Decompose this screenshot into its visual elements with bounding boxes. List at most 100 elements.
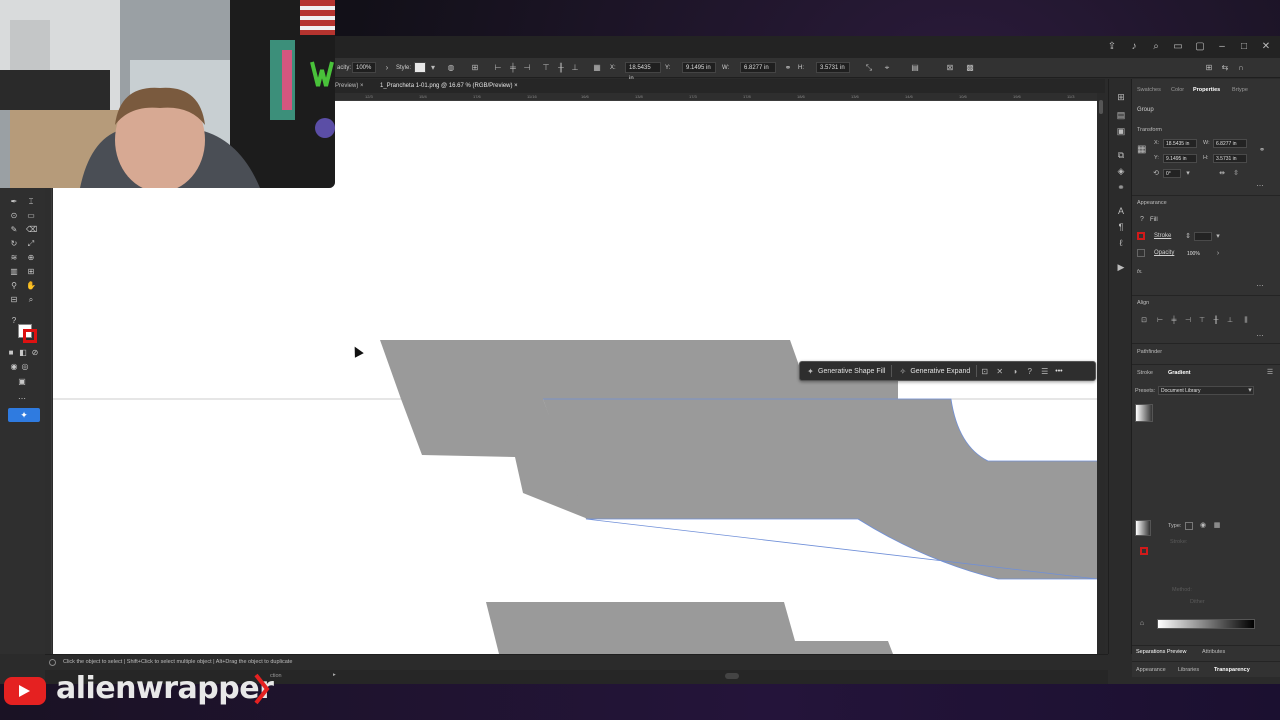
w-field[interactable]: 6.8277 in <box>740 62 776 73</box>
glyphs-icon[interactable]: ℓ <box>1115 237 1127 249</box>
doc-tab-prancheta[interactable]: 1_Prancheta 1-01.png @ 16.67 % (RGB/Prev… <box>380 81 518 92</box>
stroke-swatch[interactable] <box>23 329 37 343</box>
opacity-field[interactable]: 100% <box>1184 249 1214 258</box>
doc-tab-preview[interactable]: Preview) × <box>335 81 364 92</box>
align-bottom-icon[interactable]: ⊥ <box>1226 317 1234 325</box>
rotate-field[interactable]: 0° <box>1163 169 1181 178</box>
align-right-icon[interactable]: ⊣ <box>1184 317 1192 325</box>
graph-icon[interactable]: ▥ <box>9 267 19 277</box>
stroke-label[interactable]: Stroke <box>1154 233 1171 239</box>
align-right-icon[interactable]: ⊣ <box>522 62 532 73</box>
more-tools-icon[interactable]: ⋯ <box>17 394 27 404</box>
tab-swatches[interactable]: Swatches <box>1137 87 1161 93</box>
actions-play-icon[interactable]: ▶ <box>1115 261 1127 273</box>
tab-close-icon[interactable]: × <box>514 83 518 89</box>
attributes-tab[interactable]: Attributes <box>1202 649 1225 655</box>
stroke-stepper-icon[interactable]: ⇕ <box>1184 233 1192 241</box>
gradient-stroke-swatch[interactable] <box>1140 547 1148 555</box>
rotate-icon[interactable]: ↻ <box>9 239 19 249</box>
ungroup-button[interactable]: ✕ <box>992 362 1007 380</box>
more-options-icon[interactable]: ⋯ <box>1256 283 1264 291</box>
screen-mode-icon[interactable]: ▣ <box>17 377 27 387</box>
none-mode-icon[interactable]: ⊘ <box>30 348 40 358</box>
width-icon[interactable]: ≋ <box>9 253 19 263</box>
scale-icon[interactable]: ⤢ <box>26 239 36 249</box>
play-icon[interactable]: ▸ <box>333 672 336 678</box>
flip-horizontal-icon[interactable]: ⇹ <box>1218 170 1226 178</box>
gradient-slider[interactable] <box>1157 619 1255 629</box>
y-field[interactable]: 9.1495 in <box>682 62 716 73</box>
gradient-annotator-icon[interactable]: ⌂ <box>1138 620 1146 628</box>
magnet-icon[interactable]: ∩ <box>1236 62 1246 73</box>
subtab-stroke[interactable]: Stroke <box>1137 370 1153 376</box>
maximize-icon[interactable]: □ <box>1238 41 1250 53</box>
presets-dropdown[interactable]: Document Library <box>1158 386 1254 395</box>
style-swatch[interactable] <box>414 62 426 73</box>
hand-icon[interactable]: ✋ <box>26 281 36 291</box>
tab-properties[interactable]: Properties <box>1193 87 1220 93</box>
swap-icon[interactable]: ⇆ <box>1220 62 1230 73</box>
more-options-icon[interactable]: ⋯ <box>1256 333 1264 341</box>
align-center-icon[interactable]: ╪ <box>508 62 518 73</box>
menu-button[interactable]: ☰ <box>1037 362 1052 380</box>
gradient-mode-icon[interactable]: ◧ <box>18 348 28 358</box>
chevron-down-icon[interactable]: ▾ <box>1214 233 1222 241</box>
rectangle-icon[interactable]: ▭ <box>26 211 36 221</box>
chevron-down-icon[interactable]: ▾ <box>1246 387 1254 395</box>
panel-menu-icon[interactable]: ☰ <box>1266 369 1274 377</box>
align-vcenter-icon[interactable]: ╫ <box>1212 317 1220 325</box>
tab-color[interactable]: Color <box>1171 87 1184 93</box>
default-colors-icon[interactable]: ■ <box>6 348 16 358</box>
reference-point-icon[interactable]: ▦ <box>592 62 602 73</box>
transform-icon[interactable]: ⤡ <box>864 62 874 73</box>
layers-icon[interactable]: ◈ <box>1115 165 1127 177</box>
arrange-icon[interactable]: ▢ <box>1194 41 1206 53</box>
more-button[interactable]: ••• <box>1052 362 1065 380</box>
chevron-down-icon[interactable]: ▾ <box>1184 170 1192 178</box>
align-middle-icon[interactable]: ╫ <box>556 62 566 73</box>
x-field[interactable]: 18.5435 in <box>1163 139 1197 148</box>
horizontal-scroll-thumb[interactable] <box>725 673 739 679</box>
align-left-icon[interactable]: ⊢ <box>493 62 503 73</box>
constrain-link-icon[interactable]: ⚭ <box>783 62 793 73</box>
artboard-icon[interactable]: ⊞ <box>26 267 36 277</box>
reference-point-icon[interactable]: ▦ <box>1137 145 1146 155</box>
pencil-icon[interactable]: ✎ <box>9 225 19 235</box>
opacity-label[interactable]: Opacity <box>1154 250 1174 256</box>
w-field[interactable]: 6.8277 in <box>1213 139 1247 148</box>
tab-close-icon[interactable]: × <box>360 83 364 89</box>
transparency-tab[interactable]: Transparency <box>1214 667 1250 673</box>
minimize-icon[interactable]: – <box>1216 41 1228 53</box>
vertical-scrollbar[interactable] <box>1097 93 1105 654</box>
workspace-icon[interactable]: ▭ <box>1172 41 1184 53</box>
generative-shape-fill-button[interactable]: ✦ Generative Shape Fill <box>800 362 891 380</box>
arrange-objects-icon[interactable]: ▤ <box>910 62 920 73</box>
close-icon[interactable]: ✕ <box>1260 41 1272 53</box>
separations-preview-tab[interactable]: Separations Preview <box>1136 649 1186 655</box>
x-field[interactable]: 18.5435 in <box>625 62 661 82</box>
generative-expand-button[interactable]: ✧ Generative Expand <box>892 362 976 380</box>
layers-panel-icon[interactable]: ▣ <box>1115 125 1127 137</box>
crop-icon[interactable]: ⊠ <box>945 62 955 73</box>
isolate-icon[interactable]: ⌖ <box>882 62 892 73</box>
align-top-icon[interactable]: ⊤ <box>1198 317 1206 325</box>
align-top-icon[interactable]: ⊤ <box>541 62 551 73</box>
radial-gradient-icon[interactable]: ◉ <box>1199 522 1207 530</box>
slice-icon[interactable]: ⊟ <box>9 295 19 305</box>
transform-button[interactable]: ⊡ <box>977 362 992 380</box>
align-to-icon[interactable]: ⊡ <box>1140 317 1148 325</box>
tab-brtype[interactable]: Brtype <box>1232 87 1248 93</box>
distribute-icon[interactable]: ⫼ <box>1242 317 1250 325</box>
recolor-button[interactable]: ◑ <box>1007 362 1022 380</box>
chevron-right-icon[interactable]: › <box>1214 250 1222 258</box>
search-icon[interactable]: ⌕ <box>1150 41 1162 53</box>
draw-inside-icon[interactable]: ◎ <box>20 362 30 372</box>
opacity-field[interactable]: 100% <box>352 62 376 73</box>
eyedropper-icon[interactable]: ⚲ <box>9 281 19 291</box>
chevron-down-icon[interactable]: ▾ <box>428 62 438 73</box>
share-icon[interactable]: ⇪ <box>1106 41 1118 53</box>
image-trace-icon[interactable]: ▩ <box>965 62 975 73</box>
libraries-icon[interactable]: ⊞ <box>1115 91 1127 103</box>
panel-toggle-icon[interactable]: ⊞ <box>1204 62 1214 73</box>
help-button[interactable]: ? <box>1022 362 1037 380</box>
